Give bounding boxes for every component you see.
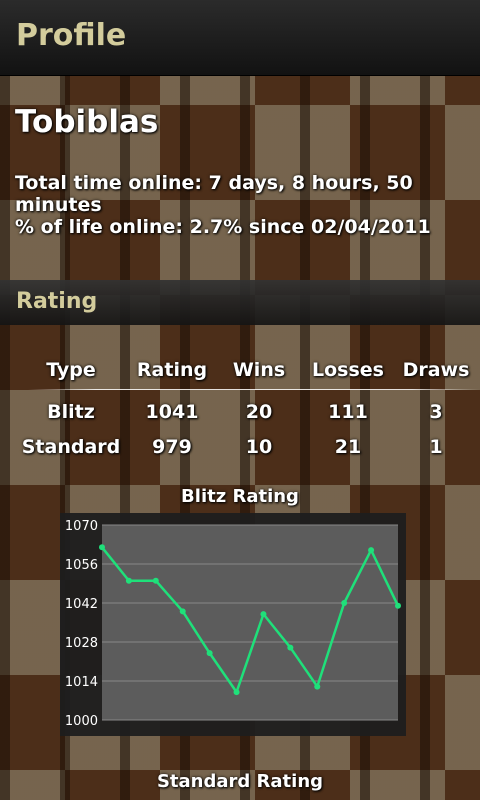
- data-point: [341, 600, 348, 606]
- y-tick-label: 1056: [65, 558, 98, 573]
- row-losses: 21: [334, 436, 362, 458]
- column-header-type: Type: [46, 359, 96, 381]
- data-point: [152, 577, 159, 584]
- data-point: [99, 544, 105, 551]
- data-point: [125, 577, 132, 584]
- column-header-losses: Losses: [312, 359, 384, 381]
- data-point: [260, 611, 267, 618]
- title-bar: Profile: [0, 0, 480, 76]
- standard-chart-title: Standard Rating: [156, 771, 324, 792]
- row-losses: 111: [328, 401, 368, 423]
- row-type: Blitz: [47, 401, 95, 423]
- row-rating: 1041: [145, 401, 199, 423]
- row-draws: 1: [429, 436, 443, 458]
- data-point: [287, 644, 294, 651]
- blitz-chart-title: Blitz Rating: [181, 486, 299, 507]
- username: Tobiblas: [15, 104, 159, 140]
- row-wins: 10: [245, 436, 273, 458]
- column-header-draws: Draws: [402, 359, 470, 381]
- data-point: [206, 650, 213, 657]
- row-wins: 20: [245, 401, 273, 423]
- total-time-online: Total time online: 7 days, 8 hours, 50 m…: [15, 172, 413, 216]
- y-tick-label: 1070: [65, 519, 98, 534]
- y-tick-label: 1042: [65, 597, 98, 612]
- rating-section-title: Rating: [16, 289, 98, 314]
- y-tick-label: 1028: [65, 636, 98, 651]
- blitz-rating-chart: 1000 1014 1028 1042 1056 1070: [60, 513, 406, 736]
- plot-area: [102, 525, 398, 720]
- column-header-wins: Wins: [232, 359, 286, 381]
- life-online-percentage: % of life online: 2.7% since 02/04/2011: [15, 216, 431, 238]
- column-header-rating: Rating: [136, 359, 208, 381]
- data-point: [179, 608, 186, 615]
- rating-section-header: Rating: [0, 280, 480, 325]
- data-point: [314, 683, 321, 690]
- data-point: [368, 547, 375, 554]
- blitz-chart-svg: 1000 1014 1028 1042 1056 1070: [65, 519, 401, 729]
- y-tick-label: 1000: [65, 714, 98, 729]
- page-title: Profile: [16, 18, 127, 53]
- table-header-divider: [28, 389, 480, 390]
- row-type: Standard: [21, 436, 121, 458]
- row-rating: 979: [152, 436, 192, 458]
- data-point: [395, 602, 401, 609]
- data-point: [233, 689, 240, 696]
- row-draws: 3: [429, 401, 443, 423]
- y-tick-label: 1014: [65, 675, 98, 690]
